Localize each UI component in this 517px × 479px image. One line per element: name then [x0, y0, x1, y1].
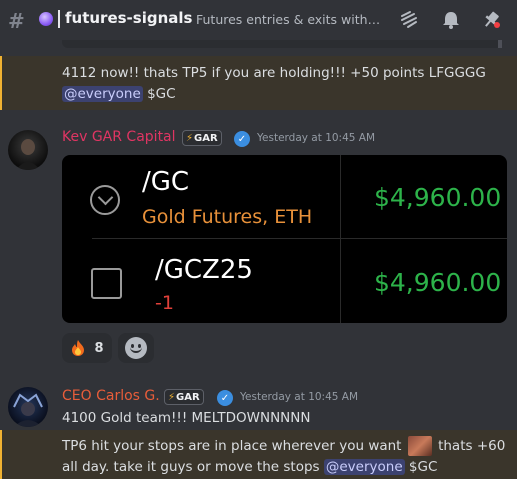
timestamp[interactable]: Yesterday at 10:45 AM [257, 132, 375, 144]
message-text: TP6 hit your stops are in place wherever… [62, 438, 402, 454]
message-text: 4112 now!! thats TP5 if you are holding!… [62, 65, 486, 81]
server-tag-label: GAR [194, 132, 218, 144]
row-divider [92, 238, 507, 239]
verified-icon: ✓ [217, 390, 233, 406]
column-divider [340, 155, 341, 323]
username[interactable]: Kev GAR Capital [62, 129, 176, 145]
everyone-mention[interactable]: @everyone [62, 86, 143, 102]
reaction-count: 8 [94, 340, 104, 356]
message-line: TP6 hit your stops are in place wherever… [62, 436, 505, 456]
ticker-text: $GC [408, 459, 438, 475]
instrument-name: Gold Futures, ETH [142, 206, 313, 228]
everyone-mention[interactable]: @everyone [323, 459, 405, 475]
symbol: /GC [142, 167, 190, 197]
channel-name: futures-signals [65, 9, 193, 27]
ticker-text: $GC [147, 86, 176, 102]
add-reaction-icon [125, 337, 147, 359]
pin-icon[interactable] [480, 10, 502, 30]
lightning-icon: ⚡ [168, 391, 176, 403]
add-reaction-button[interactable] [118, 333, 154, 363]
server-tag[interactable]: ⚡ GAR [182, 130, 222, 146]
price: $4,960.00 [374, 268, 502, 297]
inline-emoji-image[interactable] [407, 436, 432, 456]
channel-topic[interactable]: Futures entries & exits with c... [196, 12, 382, 27]
message-line: @everyone $GC [62, 86, 176, 102]
verified-icon: ✓ [234, 131, 250, 147]
previous-embed-edge [62, 40, 502, 48]
crystal-ball-icon [39, 12, 53, 26]
message-text: thats +60 [438, 438, 506, 454]
username[interactable]: CEO Carlos G. [62, 388, 160, 404]
message-line: all day. take it guys or move the stops … [62, 459, 437, 475]
threads-icon[interactable] [398, 10, 420, 30]
avatar[interactable] [8, 130, 48, 170]
reaction-fire[interactable]: 8 [62, 333, 112, 363]
channel-header: # futures-signals Futures entries & exit… [0, 0, 517, 40]
position-quantity: -1 [155, 292, 174, 314]
order-screenshot[interactable]: /GC Gold Futures, ETH $4,960.00 /GCZ25 -… [62, 155, 507, 323]
check-circle-icon [90, 185, 120, 215]
checkbox-icon [91, 268, 122, 299]
message-text: 4100 Gold team!!! MELTDOWNNNNN [62, 410, 311, 426]
divider [58, 10, 60, 28]
symbol: /GCZ25 [155, 255, 253, 285]
fire-emoji-icon [70, 339, 86, 357]
hash-icon: # [8, 9, 25, 33]
avatar[interactable] [8, 387, 48, 427]
server-tag[interactable]: ⚡ GAR [164, 389, 204, 405]
message-line: 4112 now!! thats TP5 if you are holding!… [62, 65, 486, 81]
lightning-icon: ⚡ [186, 132, 194, 144]
price: $4,960.00 [374, 183, 502, 212]
timestamp[interactable]: Yesterday at 10:45 AM [240, 391, 358, 403]
server-tag-label: GAR [176, 391, 200, 403]
message-text: all day. take it guys or move the stops [62, 459, 320, 475]
bell-icon[interactable] [440, 10, 462, 30]
